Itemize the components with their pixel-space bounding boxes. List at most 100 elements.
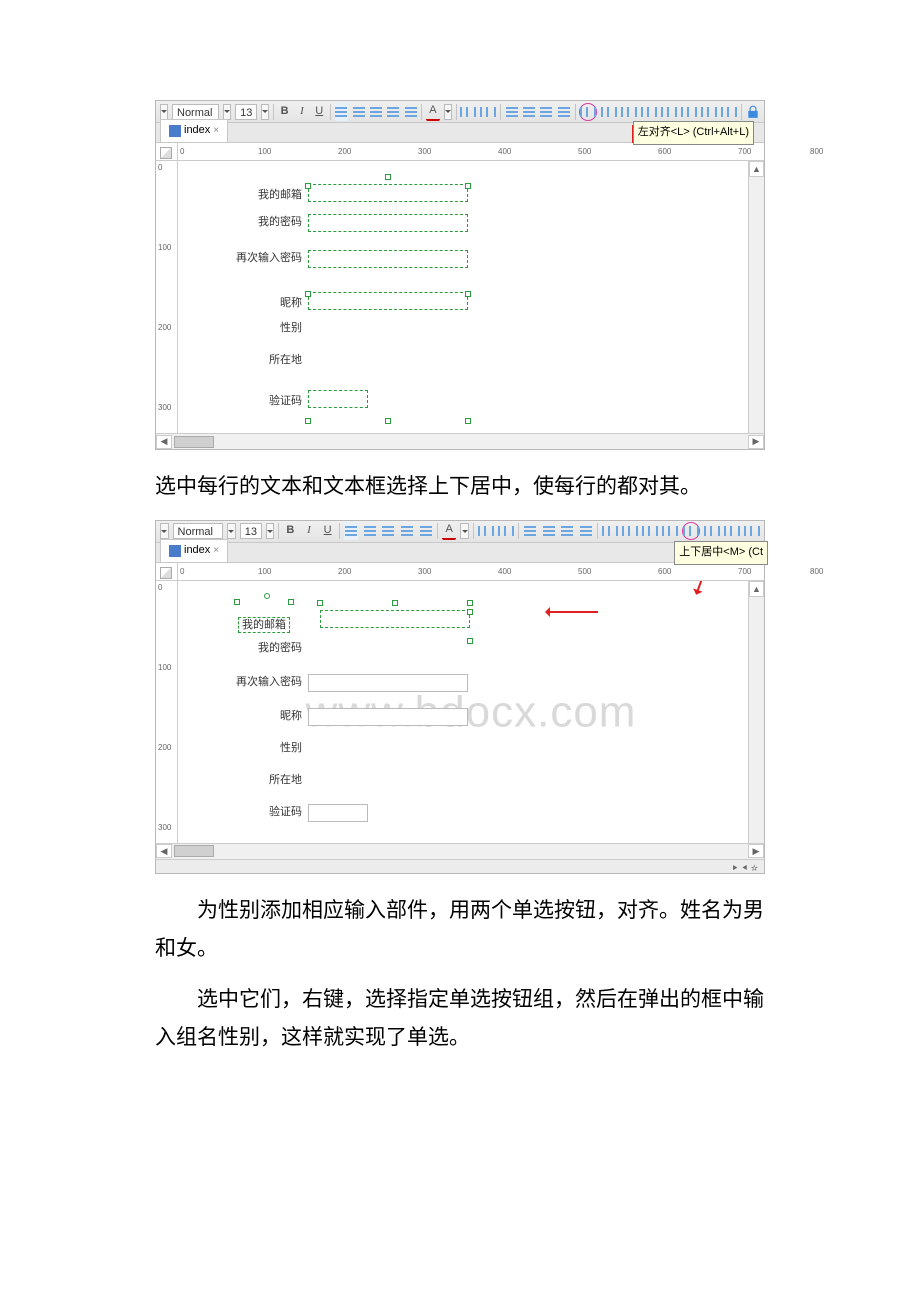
font-color-button[interactable]: A (426, 103, 439, 121)
size-dropdown[interactable] (266, 523, 275, 539)
paragraph-style-select[interactable]: Normal (172, 104, 219, 120)
size-dropdown[interactable] (261, 104, 269, 120)
align-group-3[interactable] (540, 103, 553, 121)
hruler-tick: 200 (338, 565, 351, 579)
dist-h-button[interactable] (701, 103, 717, 121)
align-left-edges-button[interactable] (579, 103, 597, 121)
label-captcha: 验证码 (228, 803, 308, 823)
align-group-3[interactable] (560, 522, 575, 540)
label-email: 我的邮箱 (238, 617, 290, 633)
align-hcenter-button[interactable] (622, 522, 638, 540)
italic-button[interactable]: I (302, 522, 317, 540)
align-group-4[interactable] (557, 103, 570, 121)
align-right-edges-button[interactable] (642, 522, 658, 540)
font-family-dropdown[interactable] (160, 523, 169, 539)
horizontal-scrollbar[interactable]: ◀ ▶ (156, 433, 764, 449)
align-group-2[interactable] (541, 522, 556, 540)
snap-left-button[interactable] (478, 522, 494, 540)
tab-index[interactable]: index × (160, 539, 228, 562)
label-email: 我的邮箱 (228, 186, 308, 206)
align-right-edges-button[interactable] (621, 103, 637, 121)
tab-index[interactable]: index × (160, 119, 228, 142)
vertical-ruler: 0 100 200 300 (156, 143, 178, 433)
align-group-1[interactable] (505, 103, 518, 121)
workspace: 0 100 200 300 0 100 200 300 400 500 600 … (156, 563, 764, 843)
align-hcenter-button[interactable] (601, 103, 617, 121)
align-left-edges-button[interactable] (602, 522, 618, 540)
style-dropdown[interactable] (223, 104, 231, 120)
label-password: 我的密码 (228, 639, 308, 659)
vertical-scrollbar[interactable]: ▲ (748, 161, 764, 433)
input-email[interactable] (320, 610, 470, 628)
numbered-list-button[interactable] (418, 522, 433, 540)
align-top-button[interactable] (641, 103, 657, 121)
font-family-dropdown[interactable] (160, 104, 168, 120)
close-icon[interactable]: × (213, 122, 219, 140)
hruler-tick: 800 (810, 565, 823, 579)
dist-v-button[interactable] (721, 103, 737, 121)
vertical-ruler: 0 100 200 300 (156, 563, 178, 843)
label-gender: 性别 (228, 319, 308, 339)
align-vcenter-button[interactable] (661, 103, 677, 121)
numbered-list-button[interactable] (404, 103, 417, 121)
font-color-dropdown[interactable] (460, 523, 469, 539)
input-password[interactable] (308, 214, 468, 232)
vruler-tick: 100 (158, 661, 171, 675)
dist-v-button[interactable] (744, 522, 760, 540)
text-align-left-button[interactable] (335, 103, 348, 121)
align-top-button[interactable] (662, 522, 678, 540)
input-nickname[interactable] (308, 708, 468, 726)
text-align-left-button[interactable] (344, 522, 359, 540)
align-bottom-button[interactable] (681, 103, 697, 121)
design-canvas[interactable]: 我的邮箱 我的密码 再次输入密码 昵称 (178, 161, 764, 433)
italic-button[interactable]: I (295, 103, 308, 121)
font-size-select[interactable]: 13 (240, 523, 262, 539)
input-captcha[interactable] (308, 390, 368, 408)
text-align-right-button[interactable] (369, 103, 382, 121)
font-color-button[interactable]: A (442, 522, 457, 540)
label-location: 所在地 (228, 771, 308, 791)
horizontal-scrollbar[interactable]: ◀ ▶ (156, 843, 764, 859)
vruler-tick: 200 (158, 321, 171, 335)
snap-center-button[interactable] (498, 522, 514, 540)
vertical-scrollbar[interactable]: ▲ (748, 581, 764, 843)
bullet-list-button[interactable] (400, 522, 415, 540)
input-password2[interactable] (308, 250, 468, 268)
underline-button[interactable]: U (320, 522, 335, 540)
text-align-right-button[interactable] (381, 522, 396, 540)
hruler-tick: 300 (418, 565, 431, 579)
workspace: 0 100 200 300 0 100 200 300 400 500 600 … (156, 143, 764, 433)
input-password2[interactable] (308, 674, 468, 692)
font-size-select[interactable]: 13 (235, 104, 257, 120)
lock-button[interactable] (746, 103, 760, 121)
input-captcha[interactable] (308, 804, 368, 822)
snap-left-button[interactable] (460, 103, 476, 121)
screenshot-2: Normal 13 B I U A 上下居中<M> (Ct (155, 520, 765, 874)
underline-button[interactable]: U (313, 103, 326, 121)
hruler-tick: 400 (498, 145, 511, 159)
snap-center-button[interactable] (480, 103, 496, 121)
design-canvas[interactable]: www.bdocx.com 我的邮箱 (178, 581, 764, 843)
text-align-center-button[interactable] (352, 103, 365, 121)
horizontal-ruler: 0 100 200 300 400 500 600 700 800 (178, 143, 764, 161)
bullet-list-button[interactable] (387, 103, 400, 121)
hruler-tick: 500 (578, 565, 591, 579)
dist-h-button[interactable] (724, 522, 740, 540)
label-password2: 再次输入密码 (208, 673, 308, 693)
align-bottom-button[interactable] (704, 522, 720, 540)
text-align-center-button[interactable] (362, 522, 377, 540)
align-vcenter-button[interactable] (682, 522, 700, 540)
input-nickname[interactable] (308, 292, 468, 310)
input-email[interactable] (308, 184, 468, 202)
lock-icon (746, 105, 760, 119)
align-group-2[interactable] (522, 103, 535, 121)
font-color-dropdown[interactable] (444, 104, 452, 120)
bold-button[interactable]: B (278, 103, 291, 121)
bold-button[interactable]: B (283, 522, 298, 540)
align-group-4[interactable] (579, 522, 594, 540)
paragraph-style-select[interactable]: Normal (173, 523, 224, 539)
close-icon[interactable]: × (213, 542, 219, 560)
align-group-1[interactable] (523, 522, 538, 540)
hruler-tick: 600 (658, 565, 671, 579)
style-dropdown[interactable] (227, 523, 236, 539)
